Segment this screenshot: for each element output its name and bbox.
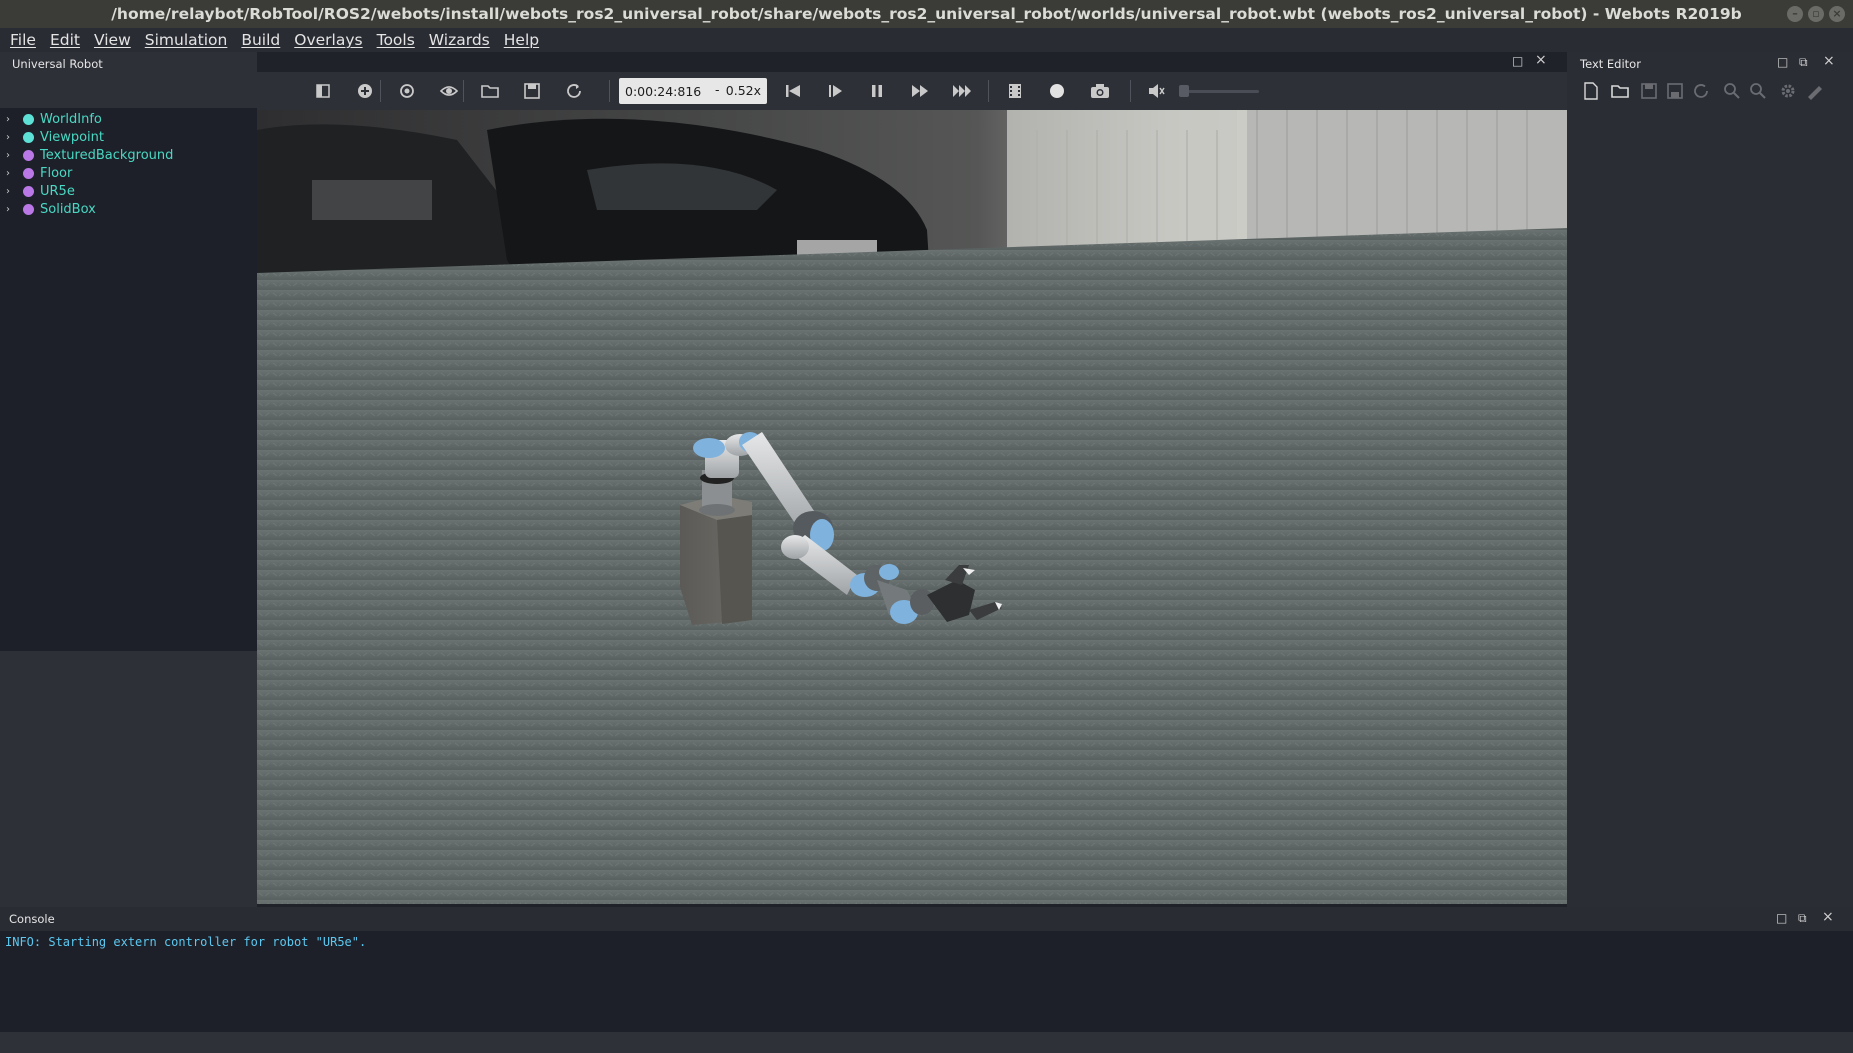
window-controls: – ▫ × xyxy=(1787,6,1845,22)
step-simulation-icon[interactable] xyxy=(826,82,844,100)
follow-object-icon[interactable] xyxy=(398,82,416,100)
node-type-icon xyxy=(23,131,34,143)
maximize-panel-icon[interactable]: □ xyxy=(1776,911,1787,925)
scene-tree-node-label: UR5e xyxy=(40,183,75,199)
3d-viewport[interactable] xyxy=(257,110,1567,904)
toolbar-separator xyxy=(609,80,610,102)
scene-tree-node[interactable]: › WorldInfo xyxy=(0,110,257,128)
close-panel-icon[interactable]: × xyxy=(1823,53,1835,69)
open-file-icon[interactable] xyxy=(1611,82,1629,100)
scene-tree-node[interactable]: › SolidBox xyxy=(0,200,257,218)
volume-slider-handle[interactable] xyxy=(1179,85,1189,97)
expand-arrow-icon[interactable]: › xyxy=(6,204,17,215)
pause-simulation-icon[interactable] xyxy=(868,82,886,100)
menu-bar: File Edit View Simulation Build Overlays… xyxy=(0,28,1853,52)
menu-build[interactable]: Build xyxy=(234,31,287,49)
mute-sound-icon[interactable] xyxy=(1147,82,1165,100)
new-file-icon[interactable] xyxy=(1582,82,1600,100)
status-bar xyxy=(0,1032,1853,1053)
menu-tools[interactable]: Tools xyxy=(370,31,422,49)
menu-wizards[interactable]: Wizards xyxy=(422,31,497,49)
make-movie-icon[interactable] xyxy=(1006,82,1024,100)
expand-arrow-icon[interactable]: › xyxy=(6,186,17,197)
toolbar-separator xyxy=(1130,80,1131,102)
add-node-icon[interactable] xyxy=(356,82,374,100)
maximize-window-button[interactable]: ▫ xyxy=(1808,6,1824,22)
fast-simulation-icon[interactable] xyxy=(952,82,971,100)
replace-icon[interactable] xyxy=(1749,82,1767,100)
menu-view[interactable]: View xyxy=(87,31,138,49)
expand-arrow-icon[interactable]: › xyxy=(6,150,17,161)
save-file-icon[interactable] xyxy=(1640,82,1658,100)
toggle-scene-tree-icon[interactable] xyxy=(314,82,332,100)
toolbar-separator xyxy=(988,80,989,102)
menu-help[interactable]: Help xyxy=(497,31,546,49)
reset-simulation-icon[interactable] xyxy=(784,82,802,100)
scene-tree-panel: Universal Robot › WorldInfo › Viewpoint › Tex… xyxy=(0,52,257,907)
scene-tree-title: Universal Robot xyxy=(12,57,103,71)
scene-tree-node-label: Floor xyxy=(40,165,73,181)
window-title: /home/relaybot/RobTool/ROS2/webots/insta… xyxy=(111,5,1742,23)
save-as-icon[interactable] xyxy=(1666,82,1684,100)
simulation-time: 0:00:24:816 xyxy=(625,83,702,99)
close-panel-icon[interactable]: × xyxy=(1822,909,1834,925)
minimize-window-button[interactable]: – xyxy=(1787,6,1803,22)
node-type-icon xyxy=(23,203,34,215)
scene-tree-node[interactable]: › Viewpoint xyxy=(0,128,257,146)
screenshot-camera-icon[interactable] xyxy=(1090,82,1109,100)
simulation-speed: 0.52x xyxy=(725,83,761,98)
scene-tree-node[interactable]: › UR5e xyxy=(0,182,257,200)
text-editor-panel: Text Editor □ ⧉ × xyxy=(1567,52,1853,907)
scene-tree-node-label: TexturedBackground xyxy=(40,147,174,163)
expand-arrow-icon[interactable]: › xyxy=(6,168,17,179)
floor-plane xyxy=(257,228,1567,904)
console-title: Console xyxy=(9,912,55,926)
time-separator: - xyxy=(715,82,720,97)
float-panel-icon[interactable]: ⧉ xyxy=(1798,911,1807,926)
scene-tree-node[interactable]: › TexturedBackground xyxy=(0,146,257,164)
3d-scene xyxy=(257,110,1567,904)
scene-tree-node-label: WorldInfo xyxy=(40,111,102,127)
record-animation-icon[interactable] xyxy=(1048,82,1066,100)
menu-overlays[interactable]: Overlays xyxy=(287,31,369,49)
simulation-time-display: 0:00:24:816 - 0.52x xyxy=(619,78,767,104)
node-type-icon xyxy=(23,113,34,125)
run-simulation-icon[interactable] xyxy=(910,82,928,100)
scene-tree-node[interactable]: › Floor xyxy=(0,164,257,182)
reload-world-icon[interactable] xyxy=(565,82,583,100)
menu-file[interactable]: File xyxy=(3,31,43,49)
expand-arrow-icon[interactable]: › xyxy=(6,114,17,125)
revert-file-icon[interactable] xyxy=(1692,82,1710,100)
maximize-panel-icon[interactable]: □ xyxy=(1512,54,1523,68)
toolbar-separator xyxy=(463,80,464,102)
menu-edit[interactable]: Edit xyxy=(43,31,87,49)
clean-icon[interactable] xyxy=(1805,82,1823,100)
console-panel: Console □ ⧉ × INFO: Starting extern cont… xyxy=(0,907,1853,1032)
float-panel-icon[interactable]: ⧉ xyxy=(1799,55,1808,70)
window-title-bar: /home/relaybot/RobTool/ROS2/webots/insta… xyxy=(0,0,1853,28)
console-header: Console □ ⧉ × xyxy=(0,907,1853,931)
open-world-icon[interactable] xyxy=(481,82,499,100)
save-world-icon[interactable] xyxy=(523,82,541,100)
scene-tree-node-label: SolidBox xyxy=(40,201,96,217)
node-type-icon xyxy=(23,167,34,179)
text-editor-title: Text Editor xyxy=(1580,57,1641,71)
console-output-line: INFO: Starting extern controller for rob… xyxy=(5,935,367,949)
node-type-icon xyxy=(23,185,34,197)
maximize-panel-icon[interactable]: □ xyxy=(1777,55,1788,69)
scene-tree-header: Universal Robot xyxy=(0,52,257,108)
close-panel-icon[interactable]: × xyxy=(1535,52,1547,68)
scene-tree: › WorldInfo › Viewpoint › TexturedBackground ›… xyxy=(0,108,257,651)
node-type-icon xyxy=(23,149,34,161)
volume-slider-track[interactable] xyxy=(1179,90,1259,93)
toolbar-separator xyxy=(380,80,381,102)
view-eye-icon[interactable] xyxy=(439,82,459,100)
menu-simulation[interactable]: Simulation xyxy=(138,31,235,49)
simulation-toolbar: 0:00:24:816 - 0.52x xyxy=(257,72,1567,110)
expand-arrow-icon[interactable]: › xyxy=(6,132,17,143)
scene-tree-node-label: Viewpoint xyxy=(40,129,105,145)
find-icon[interactable] xyxy=(1723,82,1741,100)
close-window-button[interactable]: × xyxy=(1829,6,1845,22)
build-gear-icon[interactable] xyxy=(1779,82,1797,100)
